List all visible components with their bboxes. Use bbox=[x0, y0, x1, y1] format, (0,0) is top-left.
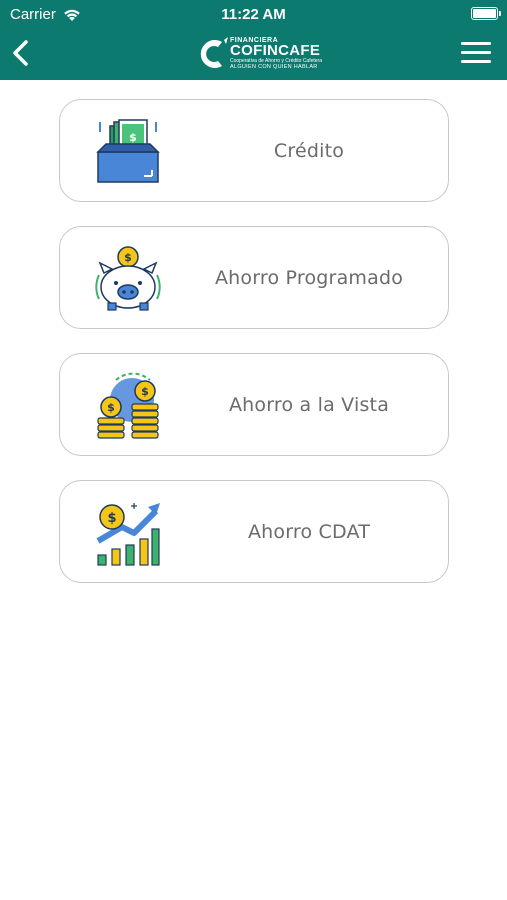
menu-item-ahorro-a-la-vista[interactable]: $ $ Ahorro a la Vista bbox=[59, 353, 449, 456]
menu-item-ahorro-cdat[interactable]: $ Ahorro CDAT bbox=[59, 480, 449, 583]
piggy-bank-icon: $ bbox=[95, 246, 161, 311]
back-icon[interactable] bbox=[10, 38, 32, 68]
logo-name-text: COFINCAFE bbox=[230, 42, 321, 60]
svg-text:$: $ bbox=[107, 511, 116, 526]
growth-chart-icon: $ bbox=[96, 503, 160, 566]
menu-item-label: Ahorro Programado bbox=[214, 266, 404, 289]
navigation-bar: FINANCIERA COFINCAFE Cooperativa de Ahor… bbox=[0, 28, 507, 80]
menu-item-label: Crédito bbox=[273, 139, 345, 162]
cofincafe-logo: FINANCIERA COFINCAFE Cooperativa de Ahor… bbox=[198, 34, 322, 74]
menu-item-label: Ahorro a la Vista bbox=[228, 393, 390, 416]
svg-text:$: $ bbox=[141, 385, 149, 398]
svg-text:$: $ bbox=[124, 251, 132, 264]
menu-item-ahorro-programado[interactable]: $ Ahorro Programado bbox=[59, 226, 449, 329]
svg-text:$: $ bbox=[129, 131, 137, 144]
svg-text:$: $ bbox=[107, 401, 115, 414]
menu-item-credito[interactable]: $ Crédito bbox=[59, 99, 449, 202]
logo-mark-icon bbox=[200, 37, 228, 68]
app-header: Carrier 11:22 AM FINANCIERA COFINCAFE Co bbox=[0, 0, 507, 80]
battery-icon bbox=[471, 7, 501, 20]
product-menu-list: $ Crédito $ Ahorro Programado $ $ Ahorro… bbox=[59, 99, 449, 607]
logo-tagline: ALGUIEN CON QUIEN HABLAR bbox=[230, 64, 318, 71]
status-time: 11:22 AM bbox=[221, 6, 286, 23]
coin-stacks-icon: $ $ bbox=[97, 372, 159, 439]
menu-item-label: Ahorro CDAT bbox=[247, 520, 371, 543]
menu-icon[interactable] bbox=[461, 42, 491, 64]
money-box-icon: $ bbox=[96, 119, 160, 183]
logo-text: FINANCIERA COFINCAFE Cooperativa de Ahor… bbox=[230, 37, 322, 71]
status-bar: Carrier 11:22 AM bbox=[0, 0, 507, 28]
